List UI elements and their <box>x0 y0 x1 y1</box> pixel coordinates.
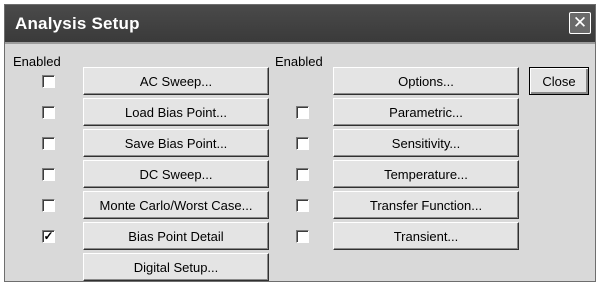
temperature-checkbox[interactable] <box>296 168 309 181</box>
transient-checkbox[interactable] <box>296 230 309 243</box>
options-button[interactable]: Options... <box>333 67 519 95</box>
digital-setup-button[interactable]: Digital Setup... <box>83 253 269 281</box>
transfer-function-checkbox[interactable] <box>296 199 309 212</box>
transient-button[interactable]: Transient... <box>333 222 519 250</box>
dialog-title: Analysis Setup <box>15 14 140 33</box>
dc-sweep-checkbox[interactable] <box>42 168 55 181</box>
load-bias-point-button[interactable]: Load Bias Point... <box>83 98 269 126</box>
parametric-button[interactable]: Parametric... <box>333 98 519 126</box>
close-window-icon[interactable]: ✕ <box>569 12 591 34</box>
load-bias-point-checkbox[interactable] <box>42 106 55 119</box>
close-button[interactable]: Close <box>529 67 589 95</box>
monte-carlo-worst-case-button[interactable]: Monte Carlo/Worst Case... <box>83 191 269 219</box>
ac-sweep-button[interactable]: AC Sweep... <box>83 67 269 95</box>
temperature-button[interactable]: Temperature... <box>333 160 519 188</box>
parametric-checkbox[interactable] <box>296 106 309 119</box>
left-enabled-header: Enabled <box>13 54 61 69</box>
bias-point-detail-checkbox[interactable]: ✓ <box>42 230 55 243</box>
save-bias-point-button[interactable]: Save Bias Point... <box>83 129 269 157</box>
dialog-body: Enabled AC Sweep... Load Bias Point... S… <box>5 42 595 281</box>
right-enabled-header: Enabled <box>275 54 323 69</box>
transfer-function-button[interactable]: Transfer Function... <box>333 191 519 219</box>
save-bias-point-checkbox[interactable] <box>42 137 55 150</box>
monte-carlo-checkbox[interactable] <box>42 199 55 212</box>
sensitivity-button[interactable]: Sensitivity... <box>333 129 519 157</box>
ac-sweep-checkbox[interactable] <box>42 75 55 88</box>
bias-point-detail-button[interactable]: Bias Point Detail <box>83 222 269 250</box>
dc-sweep-button[interactable]: DC Sweep... <box>83 160 269 188</box>
analysis-setup-dialog: Analysis Setup ✕ Enabled AC Sweep... Loa… <box>4 4 596 282</box>
title-bar[interactable]: Analysis Setup ✕ <box>5 5 595 42</box>
sensitivity-checkbox[interactable] <box>296 137 309 150</box>
